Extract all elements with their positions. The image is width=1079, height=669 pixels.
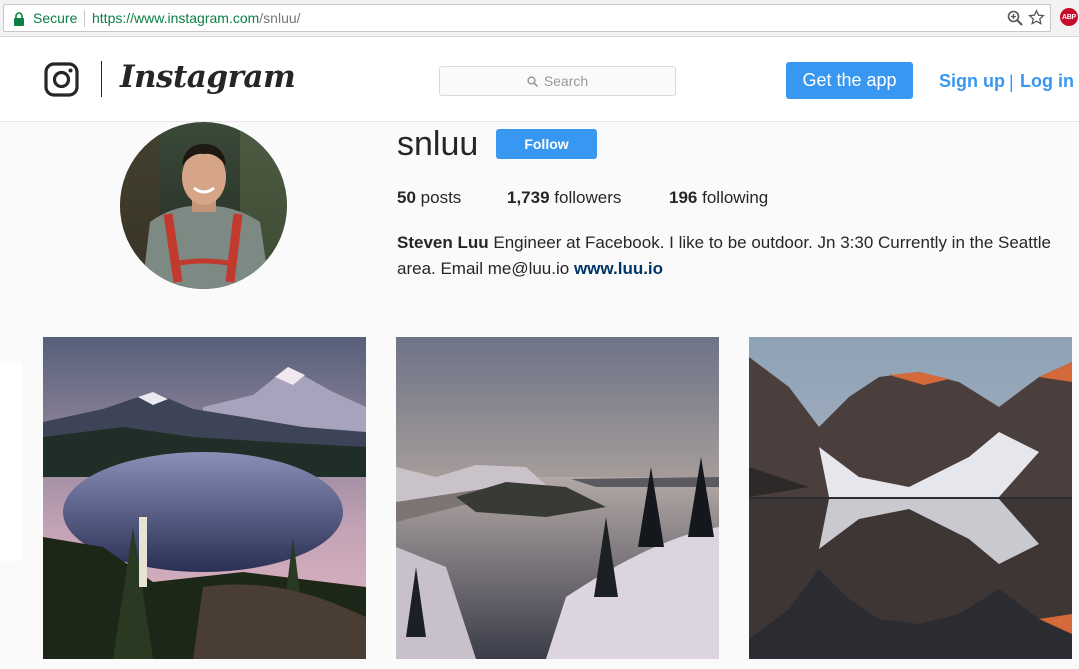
auth-separator: |: [1009, 72, 1014, 92]
log-in-link[interactable]: Log in: [1020, 71, 1074, 92]
post-thumbnail[interactable]: [396, 337, 719, 659]
following-number: 196: [669, 188, 698, 207]
profile-bio: Steven Luu Engineer at Facebook. I like …: [397, 230, 1067, 282]
followers-label: followers: [554, 188, 622, 207]
post-image-crater-lake: [396, 337, 719, 659]
side-panel-edge: [0, 363, 22, 561]
follow-button[interactable]: Follow: [496, 129, 597, 159]
secure-label: Secure: [33, 10, 78, 26]
get-the-app-button[interactable]: Get the app: [786, 62, 913, 99]
profile-username: snluu: [397, 125, 479, 163]
posts-number: 50: [397, 188, 416, 207]
adblock-extension-icon[interactable]: ABP: [1060, 8, 1078, 26]
address-bar[interactable]: Secure https://www.instagram.com/snluu/: [3, 4, 1051, 32]
post-thumbnail[interactable]: [749, 337, 1072, 659]
posts-count: 50 posts: [397, 188, 461, 208]
search-placeholder: Search: [543, 73, 589, 89]
following-label: following: [702, 188, 769, 207]
post-thumbnail[interactable]: [43, 337, 366, 659]
address-divider: [84, 10, 85, 27]
post-image-mountain-lake: [43, 337, 366, 659]
post-image-alpine-reflection: [749, 337, 1072, 659]
instagram-header: Instagram Search Get the app Sign up | L…: [0, 37, 1079, 122]
posts-label: posts: [420, 188, 462, 207]
browser-toolbar: Secure https://www.instagram.com/snluu/ …: [0, 0, 1079, 37]
avatar-image: [120, 122, 287, 289]
logo-divider: [101, 61, 102, 97]
instagram-glyph-icon[interactable]: [44, 62, 79, 97]
zoom-icon[interactable]: [1007, 10, 1023, 26]
adblock-badge-text: ABP: [1062, 13, 1076, 21]
search-icon: [527, 75, 538, 87]
search-input[interactable]: Search: [439, 66, 676, 96]
url-path: /snluu/: [259, 10, 301, 26]
website-link[interactable]: www.luu.io: [574, 259, 663, 278]
url-text[interactable]: https://www.instagram.com/snluu/: [92, 10, 301, 26]
instagram-wordmark[interactable]: Instagram: [120, 59, 296, 95]
sign-up-link[interactable]: Sign up: [939, 71, 1005, 92]
following-count[interactable]: 196 following: [669, 188, 768, 208]
star-icon[interactable]: [1028, 9, 1045, 26]
lock-icon: [14, 12, 24, 26]
profile-full-name: Steven Luu: [397, 233, 489, 252]
bio-text: Engineer at Facebook. I like to be outdo…: [397, 233, 1051, 278]
profile-avatar: [120, 122, 287, 289]
url-origin: https://www.instagram.com: [92, 10, 260, 26]
followers-number: 1,739: [507, 188, 550, 207]
followers-count[interactable]: 1,739 followers: [507, 188, 621, 208]
